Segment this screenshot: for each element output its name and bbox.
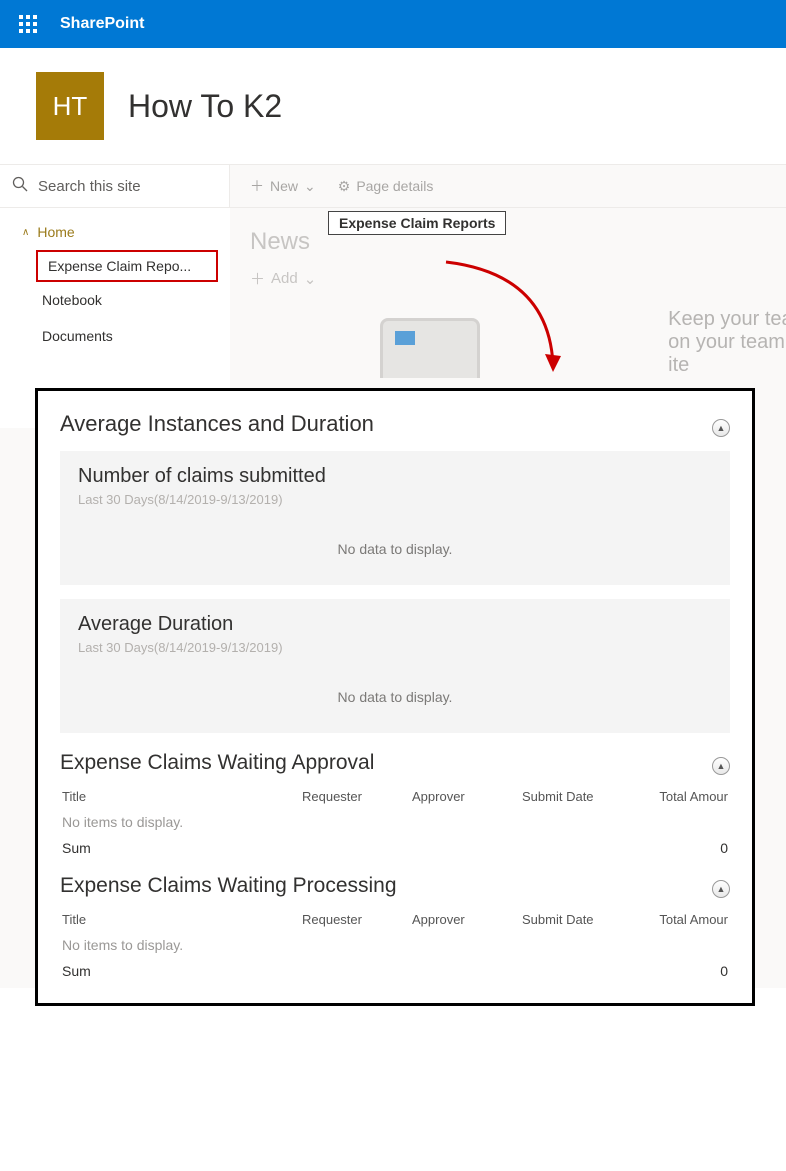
sum-label: Sum: [62, 840, 720, 856]
section-title-label: Expense Claims Waiting Processing: [60, 874, 397, 898]
col-requester[interactable]: Requester: [302, 789, 412, 804]
suite-bar: SharePoint: [0, 0, 786, 48]
col-total-amount[interactable]: Total Amour: [642, 912, 728, 927]
col-submit-date[interactable]: Submit Date: [522, 912, 642, 927]
col-requester[interactable]: Requester: [302, 912, 412, 927]
nav-item-label: Expense Claim Repo...: [48, 258, 191, 274]
nav-notebook[interactable]: Notebook: [0, 282, 230, 318]
col-total-amount[interactable]: Total Amour: [642, 789, 728, 804]
section-title-label: Expense Claims Waiting Approval: [60, 751, 374, 775]
card-number-of-claims: Number of claims submitted Last 30 Days(…: [60, 451, 730, 585]
nav-expense-claim-reports[interactable]: Expense Claim Repo...: [36, 250, 218, 282]
sum-row: Sum 0: [60, 840, 730, 856]
site-title[interactable]: How To K2: [128, 88, 282, 125]
no-data-message: No data to display.: [78, 541, 712, 557]
card-title: Average Duration: [78, 613, 712, 636]
col-title[interactable]: Title: [62, 912, 302, 927]
plus-icon: ＋: [250, 176, 264, 196]
col-approver[interactable]: Approver: [412, 789, 522, 804]
news-section: News ＋ Add ⌄: [250, 228, 786, 289]
no-data-message: No data to display.: [78, 689, 712, 705]
sum-row: Sum 0: [60, 963, 730, 979]
search-icon: [12, 176, 28, 197]
section-average-instances: Average Instances and Duration ▲: [60, 411, 730, 437]
command-bar: I ＋ New ⌄ ⚙ Page details: [0, 164, 786, 208]
card-title: Number of claims submitted: [78, 465, 712, 488]
table-header: Title Requester Approver Submit Date Tot…: [60, 912, 730, 927]
sum-value: 0: [720, 963, 728, 979]
search-box[interactable]: I: [0, 165, 230, 207]
news-add-button[interactable]: ＋ Add ⌄: [250, 268, 786, 289]
sum-value: 0: [720, 840, 728, 856]
card-average-duration: Average Duration Last 30 Days(8/14/2019-…: [60, 599, 730, 733]
new-button[interactable]: ＋ New ⌄: [250, 176, 316, 196]
plus-icon: ＋: [250, 268, 265, 289]
chevron-down-icon: ⌄: [304, 270, 317, 288]
table-header: Title Requester Approver Submit Date Tot…: [60, 789, 730, 804]
page-details-label: Page details: [356, 178, 433, 194]
collapse-button[interactable]: ▲: [712, 880, 730, 898]
report-panel: Average Instances and Duration ▲ Number …: [35, 388, 755, 1006]
section-waiting-processing: Expense Claims Waiting Processing ▲: [60, 874, 730, 898]
sum-label: Sum: [62, 963, 720, 979]
section-title-label: Average Instances and Duration: [60, 411, 374, 437]
collapse-button[interactable]: ▲: [712, 757, 730, 775]
col-title[interactable]: Title: [62, 789, 302, 804]
section-waiting-approval: Expense Claims Waiting Approval ▲: [60, 751, 730, 775]
nav-documents[interactable]: Documents: [0, 318, 230, 354]
col-submit-date[interactable]: Submit Date: [522, 789, 642, 804]
news-illustration: [380, 318, 480, 378]
nav-item-label: Notebook: [42, 292, 102, 308]
site-logo[interactable]: HT: [36, 72, 104, 140]
nav-home-label: Home: [37, 224, 74, 240]
gear-icon: ⚙: [338, 178, 351, 195]
search-input[interactable]: [38, 178, 237, 195]
chevron-up-icon: ∧: [22, 227, 29, 238]
chevron-down-icon: ⌄: [304, 178, 316, 195]
news-hint-text: Keep your team u on your team site ite: [668, 308, 786, 377]
nav-item-label: Documents: [42, 328, 113, 344]
app-launcher-icon[interactable]: [8, 4, 48, 44]
col-approver[interactable]: Approver: [412, 912, 522, 927]
collapse-button[interactable]: ▲: [712, 419, 730, 437]
nav-tooltip: Expense Claim Reports: [328, 211, 506, 235]
product-name[interactable]: SharePoint: [60, 15, 144, 33]
nav-home[interactable]: ∧ Home: [0, 214, 230, 250]
no-items-message: No items to display.: [60, 814, 730, 830]
card-subtitle: Last 30 Days(8/14/2019-9/13/2019): [78, 640, 712, 655]
card-subtitle: Last 30 Days(8/14/2019-9/13/2019): [78, 492, 712, 507]
no-items-message: No items to display.: [60, 937, 730, 953]
site-header: HT How To K2: [0, 48, 786, 164]
news-add-label: Add: [271, 270, 298, 287]
page-details-button[interactable]: ⚙ Page details: [338, 178, 434, 195]
new-label: New: [270, 178, 298, 194]
commands: ＋ New ⌄ ⚙ Page details: [230, 165, 786, 207]
